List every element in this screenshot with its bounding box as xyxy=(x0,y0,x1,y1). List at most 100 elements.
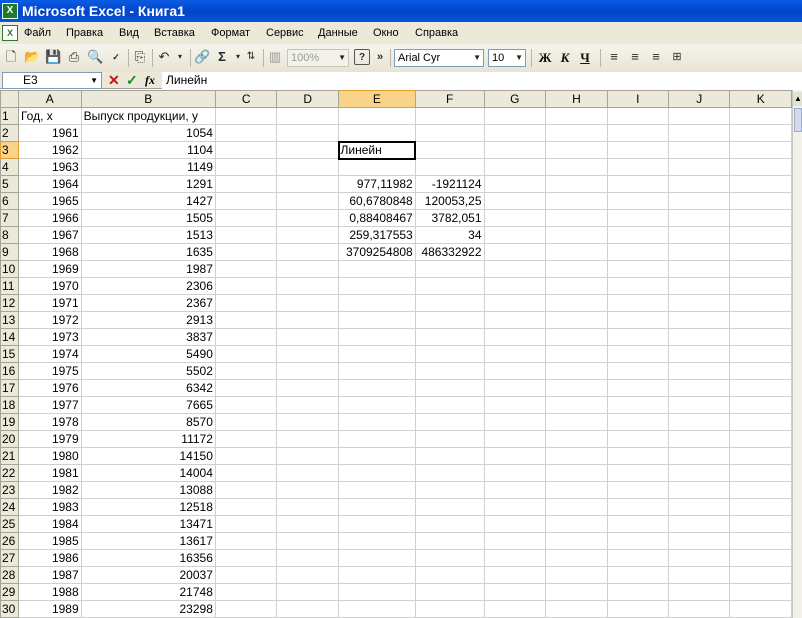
cell-b13[interactable]: 2913 xyxy=(80,311,216,329)
zoom-select[interactable]: 100% ▼ xyxy=(287,49,349,67)
cell-i12[interactable] xyxy=(606,294,669,312)
row-header[interactable]: 5 xyxy=(0,175,19,193)
cell-j21[interactable] xyxy=(667,447,731,465)
row-header[interactable]: 21 xyxy=(0,447,19,465)
cell-b18[interactable]: 7665 xyxy=(80,396,216,414)
save-icon[interactable]: 💾 xyxy=(45,49,61,65)
row-header[interactable]: 14 xyxy=(0,328,19,346)
cell-k4[interactable] xyxy=(729,158,792,176)
cell-a2[interactable]: 1961 xyxy=(17,124,82,142)
enter-icon[interactable]: ✓ xyxy=(126,72,138,89)
cell-g30[interactable] xyxy=(483,600,547,618)
cell-f1[interactable] xyxy=(414,107,485,125)
cell-e5[interactable]: 977,11982 xyxy=(338,175,416,193)
cell-f10[interactable] xyxy=(414,260,485,278)
cell-c2[interactable] xyxy=(214,124,278,142)
cell-f13[interactable] xyxy=(414,311,485,329)
cell-a28[interactable]: 1987 xyxy=(17,566,82,584)
cell-g17[interactable] xyxy=(483,379,547,397)
cell-f29[interactable] xyxy=(414,583,485,601)
cell-i4[interactable] xyxy=(606,158,669,176)
cell-b6[interactable]: 1427 xyxy=(80,192,216,210)
cell-g10[interactable] xyxy=(483,260,547,278)
cell-b9[interactable]: 1635 xyxy=(80,243,216,261)
cell-e14[interactable] xyxy=(338,328,416,346)
cell-g13[interactable] xyxy=(483,311,547,329)
cell-b28[interactable]: 20037 xyxy=(80,566,216,584)
cell-c21[interactable] xyxy=(214,447,278,465)
row-header[interactable]: 25 xyxy=(0,515,19,533)
cell-e21[interactable] xyxy=(338,447,416,465)
cell-a23[interactable]: 1982 xyxy=(17,481,82,499)
cell-k30[interactable] xyxy=(729,600,792,618)
cell-b10[interactable]: 1987 xyxy=(80,260,216,278)
cell-e28[interactable] xyxy=(338,566,416,584)
cell-k17[interactable] xyxy=(729,379,792,397)
cell-f2[interactable] xyxy=(414,124,485,142)
cell-c28[interactable] xyxy=(214,566,278,584)
cell-e23[interactable] xyxy=(338,481,416,499)
menu-insert[interactable]: Вставка xyxy=(154,26,195,40)
menu-tools[interactable]: Сервис xyxy=(266,26,304,40)
cell-e22[interactable] xyxy=(338,464,416,482)
cell-j8[interactable] xyxy=(667,226,731,244)
copy-icon[interactable]: ⎘ xyxy=(132,49,148,65)
row-header[interactable]: 12 xyxy=(0,294,19,312)
cell-h27[interactable] xyxy=(545,549,608,567)
cell-d12[interactable] xyxy=(276,294,339,312)
cell-b30[interactable]: 23298 xyxy=(80,600,216,618)
cell-k3[interactable] xyxy=(729,141,792,159)
cell-e8[interactable]: 259,317553 xyxy=(338,226,416,244)
cell-h24[interactable] xyxy=(545,498,608,516)
cell-f21[interactable] xyxy=(414,447,485,465)
cell-g6[interactable] xyxy=(483,192,547,210)
cell-e3[interactable]: Линейн xyxy=(337,140,417,160)
cell-g18[interactable] xyxy=(483,396,547,414)
cell-a14[interactable]: 1973 xyxy=(17,328,82,346)
cell-k21[interactable] xyxy=(729,447,792,465)
cell-h10[interactable] xyxy=(545,260,608,278)
cell-b24[interactable]: 12518 xyxy=(80,498,216,516)
cell-a7[interactable]: 1966 xyxy=(17,209,82,227)
cell-d13[interactable] xyxy=(276,311,339,329)
undo-icon[interactable]: ↶ xyxy=(156,49,172,65)
row-header[interactable]: 7 xyxy=(0,209,19,227)
cell-h13[interactable] xyxy=(545,311,608,329)
cell-c15[interactable] xyxy=(214,345,278,363)
cancel-icon[interactable]: ✕ xyxy=(108,72,120,89)
cell-b26[interactable]: 13617 xyxy=(80,532,216,550)
cell-c14[interactable] xyxy=(214,328,278,346)
cell-e26[interactable] xyxy=(338,532,416,550)
cell-j7[interactable] xyxy=(667,209,731,227)
underline-button[interactable]: Ч xyxy=(576,49,594,67)
cell-i24[interactable] xyxy=(606,498,669,516)
cell-j4[interactable] xyxy=(667,158,731,176)
cell-b19[interactable]: 8570 xyxy=(80,413,216,431)
cell-g11[interactable] xyxy=(483,277,547,295)
row-header[interactable]: 15 xyxy=(0,345,19,363)
menu-help[interactable]: Справка xyxy=(415,26,458,40)
cell-e11[interactable] xyxy=(338,277,416,295)
cell-a11[interactable]: 1970 xyxy=(17,277,82,295)
column-header-g[interactable]: G xyxy=(483,90,547,108)
cell-k16[interactable] xyxy=(729,362,792,380)
cell-k10[interactable] xyxy=(729,260,792,278)
cell-c30[interactable] xyxy=(214,600,278,618)
cell-b17[interactable]: 6342 xyxy=(80,379,216,397)
cell-e9[interactable]: 3709254808 xyxy=(338,243,416,261)
cell-e24[interactable] xyxy=(338,498,416,516)
cell-g28[interactable] xyxy=(483,566,547,584)
cell-g26[interactable] xyxy=(483,532,547,550)
cell-h19[interactable] xyxy=(545,413,608,431)
cell-a3[interactable]: 1962 xyxy=(17,141,82,159)
cell-k19[interactable] xyxy=(729,413,792,431)
cell-j18[interactable] xyxy=(667,396,731,414)
column-header-c[interactable]: C xyxy=(214,90,278,108)
insert-function-icon[interactable]: fx xyxy=(145,73,155,88)
cell-e10[interactable] xyxy=(338,260,416,278)
italic-button[interactable]: К xyxy=(556,49,574,67)
cell-b29[interactable]: 21748 xyxy=(80,583,216,601)
cell-j10[interactable] xyxy=(667,260,731,278)
cell-h29[interactable] xyxy=(545,583,608,601)
cell-a19[interactable]: 1978 xyxy=(17,413,82,431)
